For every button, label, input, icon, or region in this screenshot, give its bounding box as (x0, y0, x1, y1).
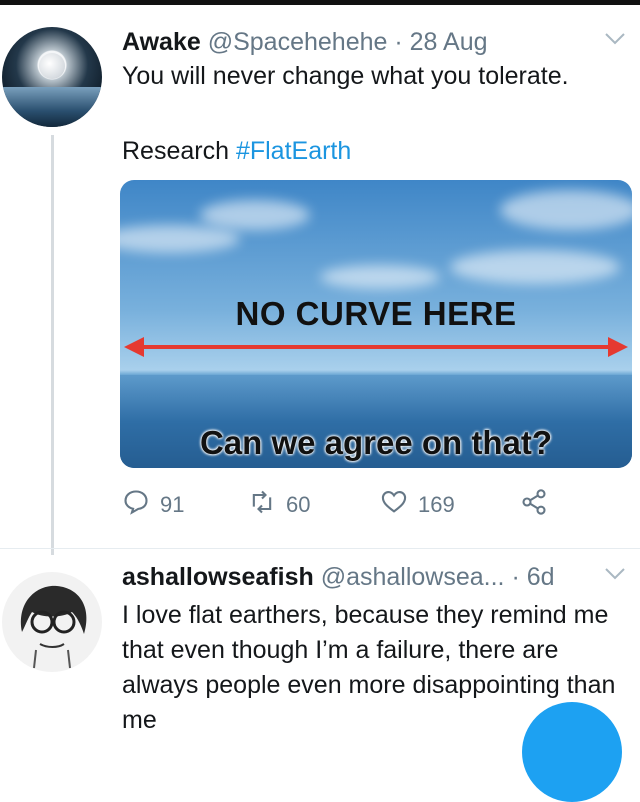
reply-count: 91 (160, 492, 185, 517)
cloud (500, 190, 632, 230)
tweet-actions: 91 60 169 (122, 488, 622, 528)
share-icon (520, 488, 558, 522)
handle[interactable]: @ashallowsea... (321, 563, 505, 591)
timestamp[interactable]: 28 Aug (410, 28, 488, 56)
cloud (120, 225, 240, 253)
avatar[interactable] (2, 27, 102, 127)
thread-line (51, 135, 54, 555)
display-name[interactable]: Awake (122, 28, 201, 56)
avatar[interactable] (2, 572, 102, 672)
tweet-header: ashallowseafish @ashallowsea... · 6d (122, 563, 555, 592)
hashtag-link[interactable]: #FlatEarth (236, 137, 351, 165)
image-caption: Can we agree on that? (199, 424, 553, 461)
horizon-arrow (138, 345, 614, 349)
retweet-count: 60 (286, 492, 311, 517)
handle[interactable]: @Spacehehehe (208, 28, 388, 56)
retweet-icon (248, 488, 286, 522)
like-button[interactable]: 169 (380, 488, 455, 522)
cloud (320, 265, 440, 289)
separator: · (394, 28, 403, 56)
share-button[interactable] (520, 488, 558, 522)
display-name[interactable]: ashallowseafish (122, 563, 314, 591)
cloud (450, 250, 620, 284)
avatar-sea (2, 87, 102, 127)
heart-icon (380, 488, 418, 522)
timestamp[interactable]: 6d (527, 563, 555, 591)
reply-button[interactable]: 91 (122, 488, 184, 522)
tweet-text-prefix: Research (122, 137, 229, 165)
top-bar (0, 0, 640, 5)
chevron-down-icon[interactable] (604, 567, 626, 586)
arrow-left-icon (124, 337, 144, 357)
avatar-moon (39, 53, 65, 79)
arrow-right-icon (608, 337, 628, 357)
tweet-text-line2: Research #FlatEarth (122, 137, 351, 166)
separator: · (511, 563, 520, 591)
reply-icon (122, 488, 160, 522)
tweet-text: You will never change what you tolerate. (122, 62, 569, 90)
tweet-image[interactable]: NO CURVE HERE Can we agree on that? (120, 180, 632, 468)
tweet-header: Awake @Spacehehehe · 28 Aug (122, 28, 488, 57)
like-count: 169 (418, 492, 455, 517)
divider (0, 548, 640, 549)
image-headline: NO CURVE HERE (235, 295, 517, 332)
cloud (200, 200, 310, 230)
compose-tweet-button[interactable] (522, 702, 622, 802)
chevron-down-icon[interactable] (604, 32, 626, 51)
retweet-button[interactable]: 60 (248, 488, 310, 522)
